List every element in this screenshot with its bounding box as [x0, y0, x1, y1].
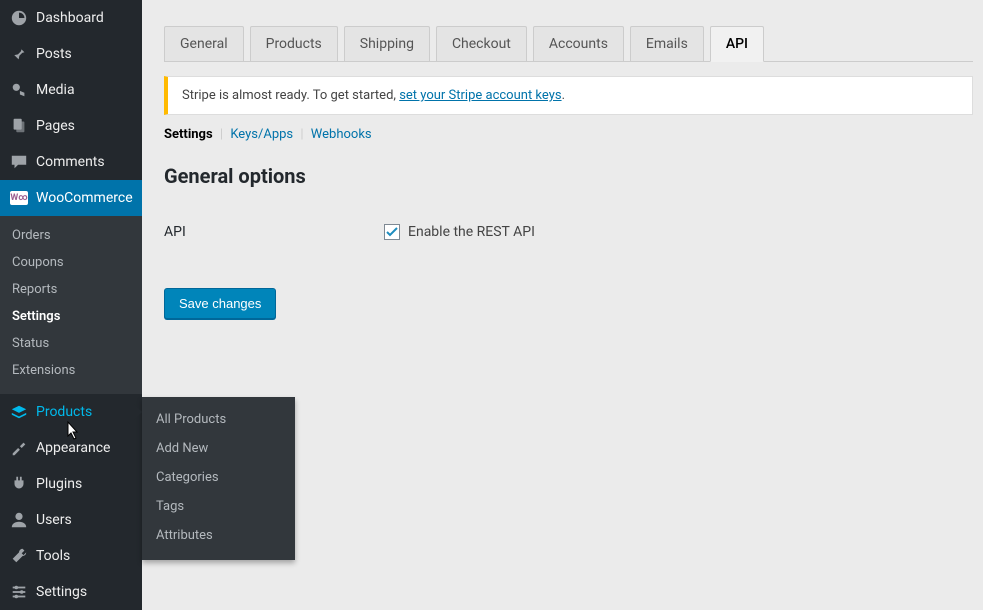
sidebar-item-tools[interactable]: Tools: [0, 538, 142, 574]
products-flyout: All Products Add New Categories Tags Att…: [142, 397, 295, 560]
sidebar-item-label: Settings: [36, 584, 87, 600]
pin-icon: [10, 45, 28, 63]
api-row-label: API: [164, 224, 384, 240]
sidebar-item-comments[interactable]: Comments: [0, 144, 142, 180]
section-title: General options: [164, 164, 973, 188]
notice-text-prefix: Stripe is almost ready. To get started,: [182, 88, 399, 103]
subnav-link-keys-apps[interactable]: Keys/Apps: [230, 127, 293, 142]
admin-sidebar: Dashboard Posts Media Pages Comments W∞ …: [0, 0, 142, 610]
dashboard-icon: [10, 9, 28, 27]
submenu-item-reports[interactable]: Reports: [0, 276, 142, 303]
sidebar-item-dashboard[interactable]: Dashboard: [0, 0, 142, 36]
sidebar-item-label: WooCommerce: [36, 190, 133, 206]
flyout-item-categories[interactable]: Categories: [142, 463, 295, 492]
sidebar-item-label: Media: [36, 82, 75, 98]
sidebar-item-label: Plugins: [36, 476, 82, 492]
notice-link[interactable]: set your Stripe account keys: [399, 88, 561, 103]
sidebar-item-settings[interactable]: Settings: [0, 574, 142, 610]
flyout-item-all-products[interactable]: All Products: [142, 405, 295, 434]
woo-icon: W∞: [10, 189, 28, 207]
settings-subnav: Settings | Keys/Apps | Webhooks: [164, 127, 973, 142]
plugins-icon: [10, 475, 28, 493]
checkbox-label: Enable the REST API: [408, 224, 535, 240]
tab-products[interactable]: Products: [250, 26, 338, 61]
tab-emails[interactable]: Emails: [630, 26, 704, 61]
stripe-notice: Stripe is almost ready. To get started, …: [164, 76, 973, 115]
woocommerce-submenu: Orders Coupons Reports Settings Status E…: [0, 216, 142, 394]
settings-tabs: General Products Shipping Checkout Accou…: [164, 26, 973, 62]
save-changes-button[interactable]: Save changes: [164, 288, 276, 319]
submenu-item-settings[interactable]: Settings: [0, 303, 142, 330]
sidebar-item-products[interactable]: Products: [0, 394, 142, 430]
tab-api[interactable]: API: [710, 26, 764, 62]
sidebar-item-label: Dashboard: [36, 10, 104, 26]
submenu-item-coupons[interactable]: Coupons: [0, 249, 142, 276]
notice-text-suffix: .: [562, 88, 565, 103]
flyout-item-tags[interactable]: Tags: [142, 492, 295, 521]
tab-checkout[interactable]: Checkout: [436, 26, 527, 61]
sidebar-item-label: Products: [36, 404, 92, 420]
sidebar-item-media[interactable]: Media: [0, 72, 142, 108]
sidebar-item-label: Tools: [36, 548, 70, 564]
sidebar-item-pages[interactable]: Pages: [0, 108, 142, 144]
sidebar-item-label: Users: [36, 512, 72, 528]
users-icon: [10, 511, 28, 529]
sidebar-item-plugins[interactable]: Plugins: [0, 466, 142, 502]
sidebar-item-label: Posts: [36, 46, 72, 62]
appearance-icon: [10, 439, 28, 457]
products-icon: [10, 403, 28, 421]
tab-shipping[interactable]: Shipping: [344, 26, 430, 61]
subnav-current: Settings: [164, 127, 213, 142]
sidebar-item-appearance[interactable]: Appearance: [0, 430, 142, 466]
tab-accounts[interactable]: Accounts: [533, 26, 624, 61]
comments-icon: [10, 153, 28, 171]
submenu-item-orders[interactable]: Orders: [0, 222, 142, 249]
sidebar-item-label: Comments: [36, 154, 105, 170]
pages-icon: [10, 117, 28, 135]
flyout-item-attributes[interactable]: Attributes: [142, 521, 295, 550]
subnav-link-webhooks[interactable]: Webhooks: [311, 127, 372, 142]
sidebar-item-posts[interactable]: Posts: [0, 36, 142, 72]
settings-icon: [10, 583, 28, 601]
sidebar-item-label: Appearance: [36, 440, 110, 456]
sidebar-item-label: Pages: [36, 118, 75, 134]
flyout-item-add-new[interactable]: Add New: [142, 434, 295, 463]
enable-rest-api-checkbox[interactable]: [384, 224, 400, 240]
tools-icon: [10, 547, 28, 565]
tab-general[interactable]: General: [164, 26, 244, 61]
media-icon: [10, 81, 28, 99]
sidebar-item-woocommerce[interactable]: W∞ WooCommerce: [0, 180, 142, 216]
submenu-item-status[interactable]: Status: [0, 330, 142, 357]
api-setting-row: API Enable the REST API: [164, 224, 973, 240]
submenu-item-extensions[interactable]: Extensions: [0, 357, 142, 384]
sidebar-item-users[interactable]: Users: [0, 502, 142, 538]
